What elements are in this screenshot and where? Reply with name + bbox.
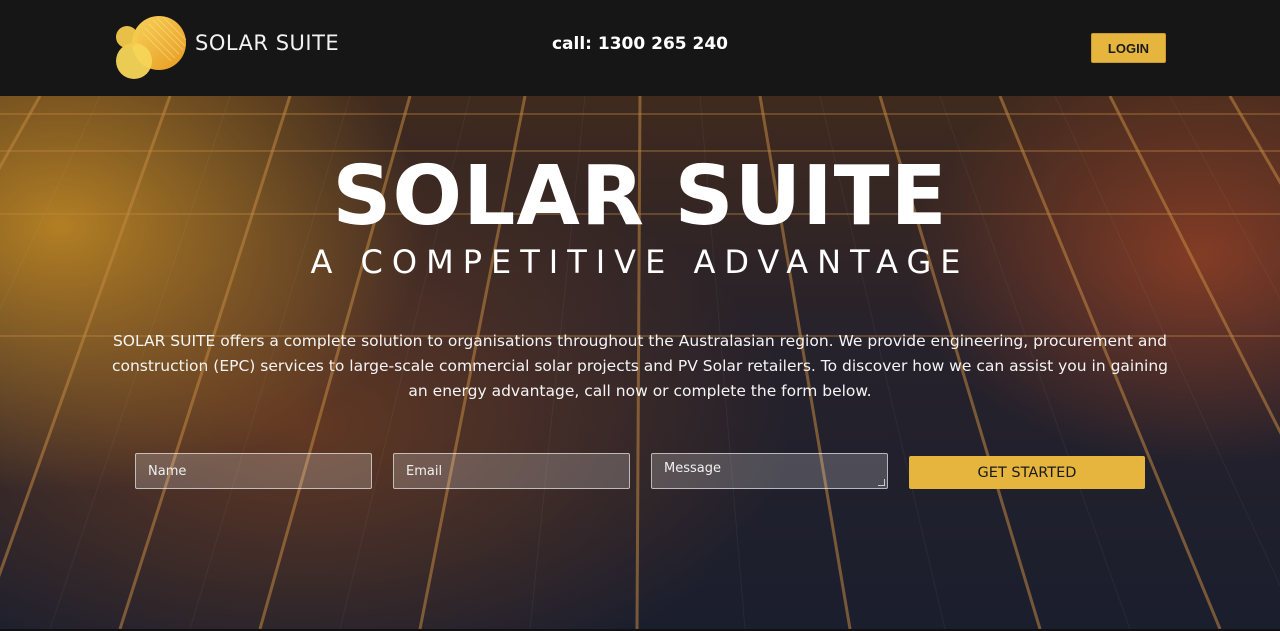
message-placeholder: Message (664, 461, 721, 476)
resize-handle-icon[interactable] (878, 479, 885, 486)
hero-title: SOLAR SUITE (332, 149, 948, 244)
message-textarea[interactable]: Message (651, 453, 888, 489)
hero-section: SOLAR SUITE A COMPETITIVE ADVANTAGE SOLA… (0, 96, 1280, 629)
name-placeholder: Name (148, 464, 187, 479)
get-started-button[interactable]: GET STARTED (909, 456, 1145, 489)
hero-description: SOLAR SUITE offers a complete solution t… (111, 332, 1169, 400)
hero-subtitle: A COMPETITIVE ADVANTAGE (310, 243, 970, 281)
name-input[interactable]: Name (135, 453, 372, 489)
phone-number[interactable]: call: 1300 265 240 (0, 34, 1280, 54)
login-button[interactable]: LOGIN (1091, 33, 1166, 63)
site-header: SOLAR SUITE call: 1300 265 240 LOGIN (0, 0, 1280, 96)
email-placeholder: Email (406, 464, 443, 479)
email-input[interactable]: Email (393, 453, 630, 489)
